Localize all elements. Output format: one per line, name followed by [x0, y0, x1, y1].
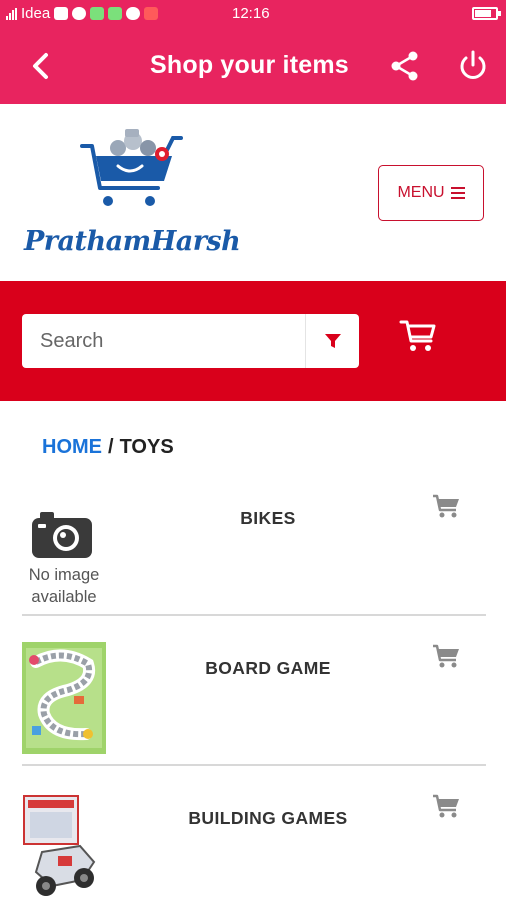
menu-button[interactable]: MENU: [378, 165, 484, 221]
message-icon: [90, 7, 105, 20]
category-name[interactable]: BIKES: [120, 508, 416, 529]
chevron-left-icon: [33, 53, 48, 79]
brand-name: PrathamHarsh: [24, 226, 241, 257]
header-area: PrathamHarsh MENU: [0, 104, 506, 281]
cart-icon: [433, 494, 459, 518]
cart-logo-icon: [80, 129, 183, 206]
cart-icon: [433, 794, 459, 818]
building-games-image: [22, 794, 106, 900]
board-game-thumbnail: [22, 642, 106, 754]
breadcrumb-current: TOYS: [119, 436, 174, 458]
menu-label: MENU: [397, 184, 445, 201]
cart-button[interactable]: [398, 315, 438, 355]
camera-icon: [32, 512, 92, 558]
image-notification-icon: [54, 7, 69, 20]
building-games-thumbnail: [23, 795, 96, 896]
add-to-cart-button[interactable]: [432, 794, 460, 820]
filter-icon: [324, 334, 341, 348]
breadcrumb-separator: /: [108, 436, 114, 458]
brand-logo[interactable]: PrathamHarsh: [20, 126, 241, 266]
breadcrumb: HOME / TOYS: [42, 436, 174, 459]
list-item-building-games[interactable]: BUILDING GAMES: [0, 780, 506, 900]
power-icon: [460, 50, 486, 79]
share-button[interactable]: [388, 48, 424, 84]
board-game-image: [22, 642, 106, 754]
shopping-cart-icon: [399, 320, 436, 351]
no-image-placeholder: No image available: [22, 490, 106, 606]
search-band: [0, 281, 506, 401]
status-bar: Idea 12:16: [0, 0, 506, 28]
category-name[interactable]: BOARD GAME: [120, 658, 416, 679]
cart-icon: [433, 644, 459, 668]
item-divider: [22, 764, 486, 766]
share-icon: [391, 51, 418, 81]
page-title: Shop your items: [150, 51, 349, 79]
search-box: [22, 314, 359, 368]
power-button[interactable]: [455, 48, 491, 84]
hamburger-icon: [450, 187, 465, 199]
no-image-text: No image available: [28, 566, 100, 606]
carrier-label: Idea: [21, 5, 51, 22]
list-item-board-game[interactable]: BOARD GAME: [0, 630, 506, 780]
message-icon-2: [108, 7, 123, 20]
battery-icon: [472, 7, 501, 20]
app-bar: Shop your items: [0, 28, 506, 104]
status-left: Idea: [6, 5, 159, 22]
back-button[interactable]: [22, 48, 58, 84]
whatsapp-icon: [72, 7, 87, 20]
missed-call-icon: [144, 7, 159, 20]
breadcrumb-home-link[interactable]: HOME: [42, 436, 102, 459]
signal-icon: [6, 7, 17, 20]
add-to-cart-button[interactable]: [432, 644, 460, 670]
category-name[interactable]: BUILDING GAMES: [120, 808, 416, 829]
item-divider: [22, 614, 486, 616]
add-to-cart-button[interactable]: [432, 494, 460, 520]
filter-button[interactable]: [306, 314, 359, 368]
search-input[interactable]: [22, 314, 305, 368]
list-item-bikes[interactable]: No image available BIKES: [0, 480, 506, 630]
chat-icon: [126, 7, 141, 20]
status-time: 12:16: [232, 5, 270, 22]
